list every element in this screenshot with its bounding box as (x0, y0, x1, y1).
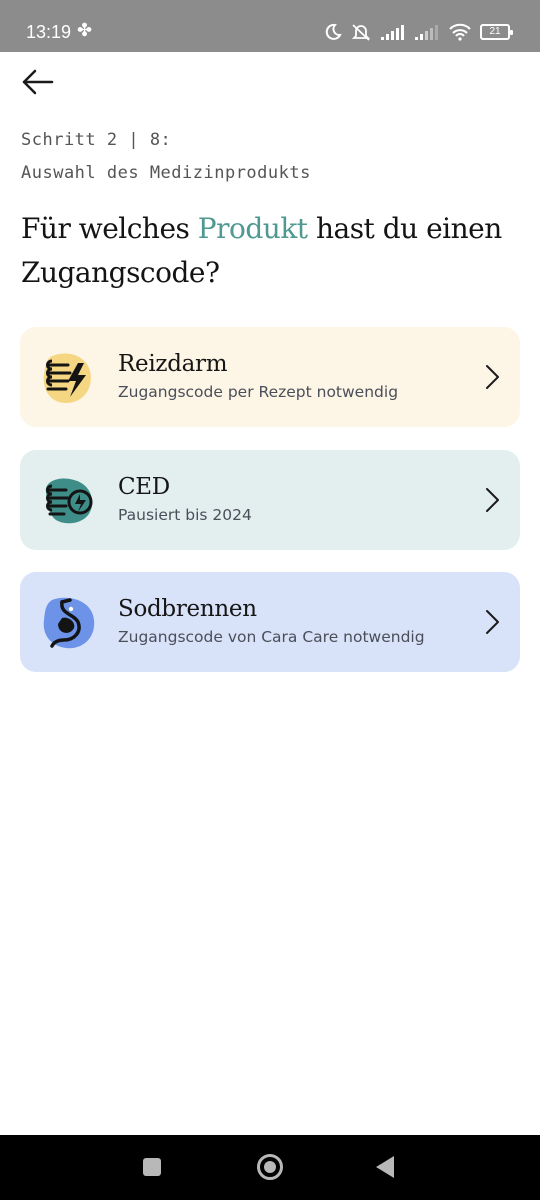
back-arrow-icon[interactable] (20, 66, 56, 98)
moon-icon (325, 23, 342, 40)
status-bar: 13:19 ✤ 21 (0, 0, 540, 52)
status-icons: 21 (324, 22, 513, 42)
product-subtitle: Zugangscode per Rezept notwendig (118, 383, 399, 401)
chevron-right-icon (486, 488, 499, 512)
intestine-lightning-icon (43, 353, 91, 403)
battery-level: 21 (489, 26, 501, 37)
product-subtitle: Pausiert bis 2024 (118, 506, 252, 524)
home-icon[interactable] (257, 1154, 283, 1180)
product-card-ced[interactable]: CED Pausiert bis 2024 (20, 450, 520, 550)
status-time: 13:19 (26, 22, 72, 42)
product-name: Reizdarm (118, 351, 228, 377)
system-nav-bar (0, 1135, 540, 1200)
step-subtitle: Auswahl des Medizinprodukts (21, 163, 311, 183)
step-label: Schritt 2 | 8: (21, 130, 172, 150)
product-name: CED (118, 474, 170, 500)
product-card-reizdarm[interactable]: Reizdarm Zugangscode per Rezept notwendi… (20, 327, 520, 427)
signal-icon (381, 25, 404, 40)
product-name: Sodbrennen (118, 596, 257, 622)
stomach-icon (43, 597, 95, 649)
back-icon[interactable] (376, 1156, 394, 1178)
wifi-icon (449, 23, 471, 41)
product-subtitle: Zugangscode von Cara Care notwendig (118, 628, 425, 646)
recents-icon[interactable] (143, 1158, 161, 1176)
product-card-sodbrennen[interactable]: Sodbrennen Zugangscode von Cara Care not… (20, 572, 520, 672)
chevron-right-icon (486, 610, 499, 634)
fan-icon: ✤ (77, 20, 93, 40)
intestine-fire-icon (45, 478, 93, 524)
title-part: Für welches (21, 212, 198, 245)
battery-icon: 21 (480, 24, 513, 40)
page-title: Für welches Produkt hast du einen Zugang… (21, 207, 521, 295)
title-accent: Produkt (197, 212, 308, 245)
chevron-right-icon (486, 365, 499, 389)
signal-icon (415, 25, 438, 40)
mute-icon (351, 24, 371, 41)
